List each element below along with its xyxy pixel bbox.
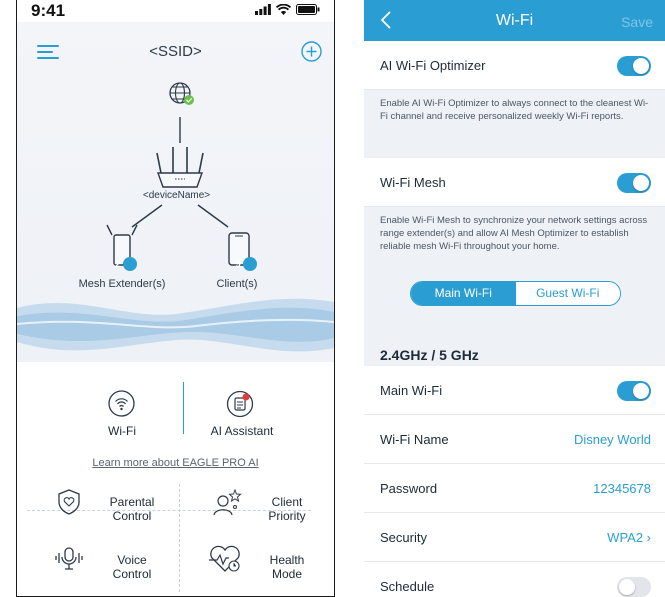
feature-divider — [183, 382, 184, 434]
password-row[interactable]: Password 12345678 — [364, 464, 665, 513]
security-label: Security — [380, 530, 427, 545]
status-time: 9:41 — [31, 1, 66, 20]
wifi-feature-label[interactable]: Wi-Fi — [87, 424, 157, 438]
client-priority-tile[interactable]: Client Priority — [257, 495, 317, 523]
voice-control-tile[interactable]: Voice Control — [102, 553, 162, 581]
schedule-label: Schedule — [380, 579, 435, 594]
voice-label-line2: Control — [112, 567, 152, 581]
voice-label-line1: Voice — [117, 553, 147, 567]
tile-divider-v — [179, 484, 180, 592]
ai-optimizer-toggle[interactable] — [617, 56, 651, 76]
voice-control-icon[interactable] — [53, 545, 85, 573]
extender-count-badge: 2 — [115, 259, 121, 270]
topology-diagram — [106, 82, 257, 271]
main-wifi-row: Main Wi-Fi — [364, 366, 665, 415]
wifi-icon[interactable] — [108, 390, 135, 417]
wifi-mesh-row: Wi-Fi Mesh — [364, 158, 665, 207]
health-label-line1: Health — [269, 553, 305, 567]
tab-main-wifi[interactable]: Main Wi-Fi — [411, 282, 516, 305]
battery-icon — [296, 4, 320, 15]
health-label-line2: Mode — [271, 567, 303, 581]
parental-control-tile[interactable]: Parental Control — [102, 495, 162, 523]
client-priority-icon[interactable] — [211, 487, 243, 519]
password-label: Password — [380, 481, 438, 496]
clients-label[interactable]: Client(s) — [187, 278, 287, 290]
signal-wave-decoration — [17, 298, 334, 352]
router-icon[interactable] — [156, 147, 204, 188]
schedule-row: Schedule — [364, 562, 665, 597]
security-value[interactable]: WPA2 › — [607, 530, 651, 545]
wifi-name-value[interactable]: Disney World — [574, 432, 651, 447]
tab-guest-wifi[interactable]: Guest Wi-Fi — [515, 282, 620, 305]
internet-globe-icon[interactable] — [169, 82, 194, 105]
schedule-toggle[interactable] — [617, 577, 651, 597]
wifi-settings-screen: Wi-Fi Save AI Wi-Fi Optimizer Enable AI … — [364, 0, 665, 597]
ai-assistant-label[interactable]: AI Assistant — [192, 424, 292, 438]
wifi-name-label: Wi-Fi Name — [380, 432, 449, 447]
wifi-mesh-label: Wi-Fi Mesh — [380, 175, 446, 190]
nav-bar: Wi-Fi Save — [364, 0, 665, 41]
signal-icon — [255, 4, 271, 15]
client-priority-line1: Client — [271, 495, 303, 509]
main-wifi-label: Main Wi-Fi — [380, 383, 443, 398]
main-wifi-toggle[interactable] — [617, 381, 651, 401]
status-icons — [255, 4, 320, 15]
security-row[interactable]: Security WPA2 › — [364, 513, 665, 562]
wifi-mesh-description: Enable Wi-Fi Mesh to synchronize your ne… — [380, 215, 648, 252]
device-name-label: <deviceName> — [142, 190, 211, 201]
ai-optimizer-row: AI Wi-Fi Optimizer — [364, 41, 665, 90]
parental-label-line1: Parental — [109, 495, 155, 509]
wifi-status-icon — [276, 4, 291, 15]
parental-control-icon[interactable] — [56, 488, 82, 516]
wifi-type-segmented-control: Main Wi-Fi Guest Wi-Fi — [410, 281, 621, 306]
health-mode-icon[interactable] — [207, 544, 243, 574]
ssid-title: <SSID> — [149, 43, 202, 60]
password-value[interactable]: 12345678 — [593, 481, 651, 496]
add-icon[interactable] — [301, 41, 322, 62]
home-screen: 9:41 <SSID> <deviceName> 2 9 Mesh Extend… — [16, 0, 335, 597]
page-title: Wi-Fi — [495, 12, 534, 29]
ai-optimizer-label: AI Wi-Fi Optimizer — [380, 58, 486, 73]
health-mode-tile[interactable]: Health Mode — [257, 553, 317, 581]
features-panel: Wi-Fi AI Assistant Learn more about EAGL… — [17, 362, 334, 596]
client-count-badge: 9 — [235, 259, 241, 270]
status-bar: 9:41 — [17, 0, 334, 22]
wifi-mesh-toggle[interactable] — [617, 173, 651, 193]
ai-optimizer-description: Enable AI Wi-Fi Optimizer to always conn… — [380, 98, 649, 122]
mesh-extender-label[interactable]: Mesh Extender(s) — [67, 278, 177, 290]
learn-more-link[interactable]: Learn more about EAGLE PRO AI — [17, 457, 334, 469]
save-button[interactable]: Save — [621, 14, 653, 30]
band-section-title: 2.4GHz / 5 GHz — [380, 347, 479, 363]
client-priority-line2: Priority — [268, 509, 306, 523]
ai-assistant-icon[interactable] — [226, 390, 254, 418]
parental-label-line2: Control — [112, 509, 152, 523]
wifi-name-row[interactable]: Wi-Fi Name Disney World — [364, 415, 665, 464]
